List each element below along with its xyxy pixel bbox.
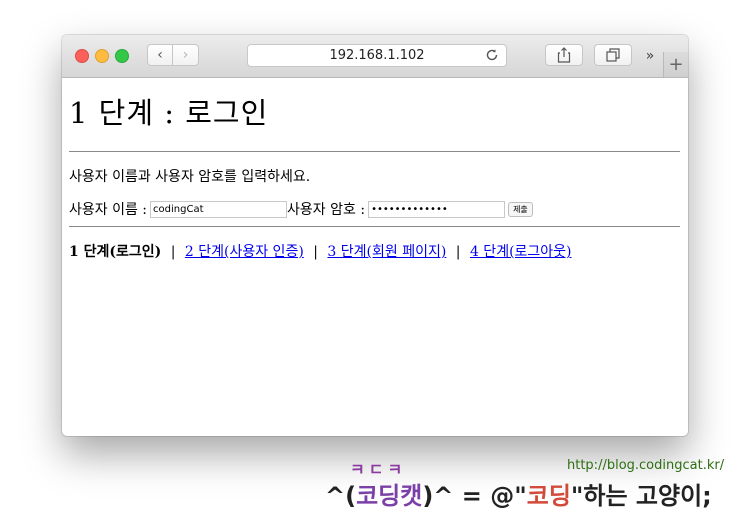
username-input[interactable] — [150, 200, 288, 218]
more-tools-button[interactable]: » — [641, 46, 659, 66]
share-icon — [557, 47, 571, 63]
new-tab-button[interactable]: + — [663, 52, 688, 77]
reload-icon[interactable] — [484, 47, 500, 63]
address-text: 192.168.1.102 — [329, 48, 425, 63]
divider-top — [69, 151, 680, 152]
step-separator: | — [455, 244, 461, 260]
blog-watermark: ㅋㄷㅋ http://blog.codingcat.kr/ ^(코딩캣)^ = … — [325, 456, 745, 521]
step-link-logout[interactable]: 4 단계(로그아웃) — [470, 244, 572, 260]
double-chevron-right-icon: » — [645, 48, 655, 64]
close-window-button[interactable] — [75, 49, 89, 63]
login-instruction: 사용자 이름과 사용자 암호를 입력하세요. — [69, 169, 311, 185]
current-step: 1 단계(로그인) — [69, 244, 162, 260]
divider-bottom — [69, 226, 680, 227]
back-button[interactable]: ‹ — [147, 44, 173, 66]
login-form: 사용자 이름 : 사용자 암호 : 제출 — [69, 199, 533, 219]
page-title: 1 단계 : 로그인 — [69, 96, 269, 130]
zoom-window-button[interactable] — [115, 49, 129, 63]
step-link-member[interactable]: 3 단계(회원 페이지) — [327, 244, 446, 260]
password-label: 사용자 암호 : — [287, 202, 366, 218]
address-bar[interactable]: 192.168.1.102 — [247, 44, 507, 67]
step-link-auth[interactable]: 2 단계(사용자 인증) — [185, 244, 304, 260]
minimize-window-button[interactable] — [95, 49, 109, 63]
step-navigation: 1 단계(로그인) | 2 단계(사용자 인증) | 3 단계(회원 페이지) … — [69, 241, 572, 261]
chevron-right-icon: › — [182, 47, 189, 63]
plus-icon: + — [668, 54, 684, 75]
browser-toolbar: ‹ › 192.168.1.102 » + — [62, 35, 688, 78]
show-tabs-button[interactable] — [594, 44, 632, 66]
username-label: 사용자 이름 : — [69, 202, 148, 218]
step-separator: | — [313, 244, 318, 260]
browser-window: ‹ › 192.168.1.102 » + 1 단계: 로그인 사용자 이름과… — [62, 35, 688, 436]
submit-button[interactable]: 제출 — [508, 201, 533, 217]
tabs-overview-icon — [606, 48, 620, 62]
watermark-url: http://blog.codingcat.kr/ — [567, 458, 725, 473]
password-input[interactable] — [368, 200, 506, 218]
watermark-slogan: ^(코딩캣)^ = @"코딩"하는 고양이; — [325, 482, 712, 510]
step-separator: | — [170, 244, 176, 260]
share-button[interactable] — [545, 44, 583, 66]
page-content: 1 단계 : 로그인 사용자 이름과 사용자 암호를 입력하세요. 사용자 이름… — [62, 78, 688, 436]
chevron-left-icon: ‹ — [157, 47, 163, 63]
forward-button[interactable]: › — [173, 44, 199, 66]
